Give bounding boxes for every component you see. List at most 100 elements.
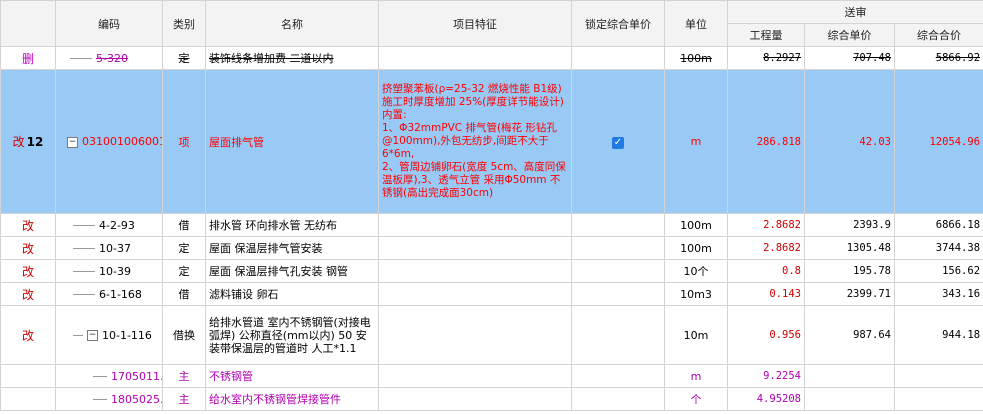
row-lock[interactable] bbox=[571, 387, 665, 411]
table-row[interactable]: 改 10-39 定 屋面 保温层排气孔安装 钢管 10个 0.8 195.78 … bbox=[0, 259, 983, 283]
tree-connector bbox=[73, 224, 95, 227]
row-type: 借 bbox=[162, 213, 206, 237]
row-name: 给排水管道 室内不锈钢管(对接电弧焊) 公称直径(mm以内) 50 安装带保温层… bbox=[205, 305, 379, 365]
row-quantity[interactable]: 4.95208 bbox=[727, 387, 805, 411]
row-unit: m bbox=[664, 364, 728, 388]
row-type: 主 bbox=[162, 364, 206, 388]
row-type: 定 bbox=[162, 46, 206, 70]
row-name: 滤料铺设 卵石 bbox=[205, 282, 379, 306]
header-unit-price[interactable]: 综合单价 bbox=[804, 23, 895, 47]
row-quantity[interactable]: 8.2927 bbox=[727, 46, 805, 70]
header-unit[interactable]: 单位 bbox=[664, 0, 728, 47]
row-unit: 100m bbox=[664, 46, 728, 70]
row-unit-price: 1305.48 bbox=[804, 236, 895, 260]
row-type: 定 bbox=[162, 259, 206, 283]
table-row-selected[interactable]: 改 12 −031001006001 项 屋面排气管 挤塑聚苯板(ρ=25-32 … bbox=[0, 69, 983, 214]
tree-connector bbox=[73, 293, 95, 296]
row-unit-price: 987.64 bbox=[804, 305, 895, 365]
row-quantity[interactable]: 286.818 bbox=[727, 69, 805, 214]
row-feature[interactable] bbox=[378, 282, 572, 306]
header-total-price[interactable]: 综合合价 bbox=[893, 23, 983, 47]
header-name[interactable]: 名称 bbox=[205, 0, 379, 47]
header-mark[interactable] bbox=[0, 0, 56, 47]
row-feature[interactable] bbox=[378, 236, 572, 260]
row-feature[interactable]: 挤塑聚苯板(ρ=25-32 燃烧性能 B1级)施工时厚度增加 25%(厚度详节能… bbox=[378, 69, 572, 214]
row-quantity[interactable]: 2.8682 bbox=[727, 213, 805, 237]
collapse-toggle-icon[interactable]: − bbox=[87, 330, 98, 341]
row-code: 031001006001 bbox=[82, 135, 163, 148]
tree-connector bbox=[73, 334, 83, 337]
row-type: 定 bbox=[162, 236, 206, 260]
header-feature[interactable]: 项目特征 bbox=[378, 0, 572, 47]
row-feature[interactable] bbox=[378, 305, 572, 365]
table-row[interactable]: 删 5-320 定 装饰线条增加费 二道以内 100m 8.2927 707.4… bbox=[0, 46, 983, 70]
row-total-price: 3744.38 bbox=[893, 236, 983, 260]
row-total-price bbox=[893, 364, 983, 388]
row-feature[interactable] bbox=[378, 364, 572, 388]
row-lock[interactable] bbox=[571, 364, 665, 388]
row-code: 1705011… bbox=[111, 369, 162, 383]
row-lock[interactable]: ✓ bbox=[571, 69, 665, 214]
row-unit: 10m bbox=[664, 305, 728, 365]
table-row[interactable]: 1805025… 主 给水室内不锈钢管焊接管件 个 4.95208 bbox=[0, 387, 983, 411]
lock-price-checkbox[interactable]: ✓ bbox=[612, 136, 624, 149]
row-lock[interactable] bbox=[571, 259, 665, 283]
tree-connector bbox=[73, 247, 95, 250]
table-row[interactable]: 改 6-1-168 借 滤料铺设 卵石 10m3 0.143 2399.71 3… bbox=[0, 282, 983, 306]
table-row[interactable]: 改 10-37 定 屋面 保温层排气管安装 100m 2.8682 1305.4… bbox=[0, 236, 983, 260]
row-lock[interactable] bbox=[571, 213, 665, 237]
row-feature[interactable] bbox=[378, 46, 572, 70]
row-unit-price: 707.48 bbox=[804, 46, 895, 70]
row-mark: 改 bbox=[0, 305, 56, 365]
row-unit: 10个 bbox=[664, 259, 728, 283]
row-name: 屋面 保温层排气孔安装 钢管 bbox=[205, 259, 379, 283]
row-quantity[interactable]: 0.8 bbox=[727, 259, 805, 283]
header-lock-price[interactable]: 锁定综合单价 bbox=[571, 0, 665, 47]
table-row[interactable]: 改 −10-1-116 借换 给排水管道 室内不锈钢管(对接电弧焊) 公称直径(… bbox=[0, 305, 983, 365]
row-feature[interactable] bbox=[378, 213, 572, 237]
row-name: 给水室内不锈钢管焊接管件 bbox=[205, 387, 379, 411]
row-code: 6-1-168 bbox=[99, 287, 142, 301]
row-lock[interactable] bbox=[571, 46, 665, 70]
header-code[interactable]: 编码 bbox=[55, 0, 163, 47]
row-code: 10-37 bbox=[99, 241, 131, 255]
row-type: 借换 bbox=[162, 305, 206, 365]
row-feature[interactable] bbox=[378, 387, 572, 411]
header-quantity[interactable]: 工程量 bbox=[727, 23, 805, 47]
row-unit-price: 2399.71 bbox=[804, 282, 895, 306]
tree-connector bbox=[70, 57, 92, 60]
row-mark: 改 bbox=[0, 213, 56, 237]
row-total-price: 944.18 bbox=[893, 305, 983, 365]
row-code: 10-39 bbox=[99, 264, 131, 278]
row-mark: 改 bbox=[0, 259, 56, 283]
row-lock[interactable] bbox=[571, 282, 665, 306]
row-mark: 改 bbox=[0, 236, 56, 260]
row-unit: m bbox=[664, 69, 728, 214]
row-total-price bbox=[893, 387, 983, 411]
row-total-price: 343.16 bbox=[893, 282, 983, 306]
row-lock[interactable] bbox=[571, 236, 665, 260]
row-lock[interactable] bbox=[571, 305, 665, 365]
row-index: 12 bbox=[26, 135, 44, 149]
row-name: 装饰线条增加费 二道以内 bbox=[205, 46, 379, 70]
collapse-toggle-icon[interactable]: − bbox=[67, 136, 78, 148]
row-unit-price bbox=[804, 364, 895, 388]
row-mark: 改 bbox=[12, 135, 25, 149]
header-group-submitted: 送审 bbox=[726, 0, 983, 24]
tree-connector bbox=[93, 398, 107, 401]
row-unit-price bbox=[804, 387, 895, 411]
table-row[interactable]: 1705011… 主 不锈钢管 m 9.2254 bbox=[0, 364, 983, 388]
row-unit: 100m bbox=[664, 213, 728, 237]
row-total-price: 5866.92 bbox=[893, 46, 983, 70]
table-row[interactable]: 改 4-2-93 借 排水管 环向排水管 无纺布 100m 2.8682 239… bbox=[0, 213, 983, 237]
row-total-price: 156.62 bbox=[893, 259, 983, 283]
row-quantity[interactable]: 2.8682 bbox=[727, 236, 805, 260]
row-quantity[interactable]: 0.143 bbox=[727, 282, 805, 306]
row-quantity[interactable]: 0.956 bbox=[727, 305, 805, 365]
row-feature[interactable] bbox=[378, 259, 572, 283]
row-type: 项 bbox=[162, 69, 206, 214]
row-name: 不锈钢管 bbox=[205, 364, 379, 388]
row-quantity[interactable]: 9.2254 bbox=[727, 364, 805, 388]
header-type[interactable]: 类别 bbox=[162, 0, 206, 47]
row-name: 屋面 保温层排气管安装 bbox=[205, 236, 379, 260]
